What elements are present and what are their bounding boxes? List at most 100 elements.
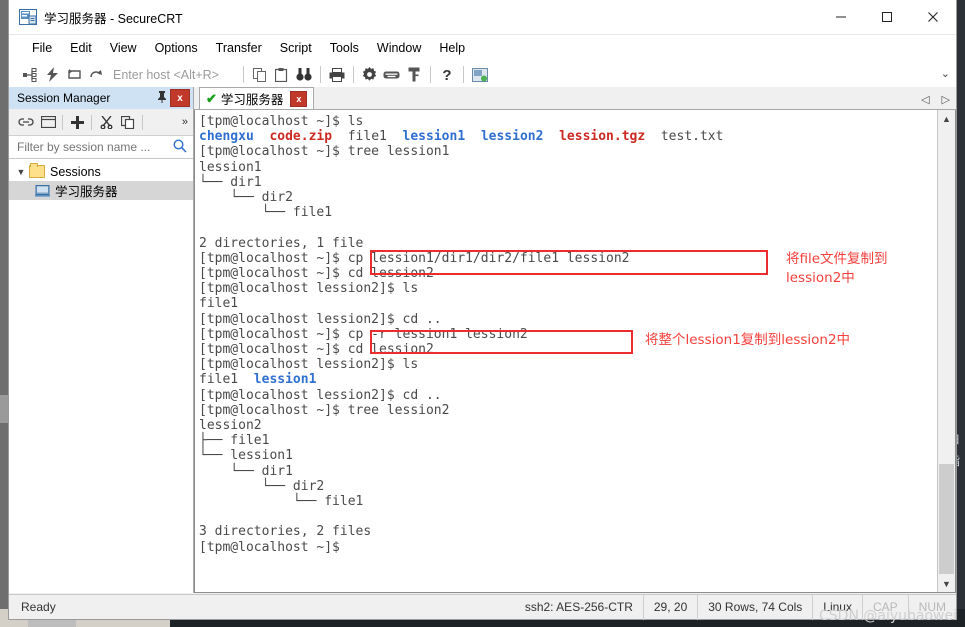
session-item-label: 学习服务器 (55, 185, 118, 199)
menu-item-script[interactable]: Script (271, 38, 321, 58)
host-entry-field[interactable]: Enter host <Alt+R> (113, 68, 219, 82)
add-icon[interactable] (66, 112, 88, 132)
status-cursor-position: 29, 20 (642, 594, 697, 620)
terminal-line: [tpm@localhost lession2]$ ls (199, 281, 937, 296)
tab-label: 学习服务器 (220, 93, 284, 107)
copy-icon[interactable] (249, 64, 271, 86)
disconnect-icon[interactable] (85, 64, 107, 86)
terminal-text: file1 (199, 296, 239, 312)
toolbar-separator (242, 66, 244, 83)
terminal-text: [tpm@localhost ~]$ cd lession2 (199, 342, 434, 358)
copy-icon[interactable] (117, 112, 139, 132)
terminal-text: lession2 (480, 129, 544, 145)
find-icon[interactable] (293, 64, 315, 86)
session-options-icon[interactable] (469, 64, 491, 86)
svg-text:?: ? (442, 67, 451, 82)
window-controls (818, 0, 956, 34)
terminal-text: code.zip (269, 129, 333, 145)
terminal-text: [tpm@localhost ~]$ (199, 539, 340, 555)
menu-item-transfer[interactable]: Transfer (207, 38, 271, 58)
tree-node-sessions[interactable]: ▼ Sessions (9, 162, 193, 181)
toolbar-overflow-icon[interactable]: ⌄ (941, 67, 950, 80)
terminal-text: [tpm@localhost ~]$ cp -r lession1 lessio… (199, 326, 528, 342)
terminal-text: └── lession1 (199, 448, 293, 464)
terminal-line: file1 lession1 (199, 372, 937, 387)
status-protocol: ssh2: AES-256-CTR (524, 600, 633, 614)
terminal-text: test.txt (645, 129, 724, 145)
menu-item-edit[interactable]: Edit (61, 38, 101, 58)
terminal-text: └── dir2 (199, 190, 293, 206)
menu-item-tools[interactable]: Tools (321, 38, 368, 58)
keyboard-icon[interactable] (381, 64, 403, 86)
terminal-text: lession1 (402, 129, 466, 145)
tab-next-button[interactable]: ▷ (942, 93, 950, 106)
key-icon[interactable] (403, 64, 425, 86)
toolbar-separator (462, 66, 464, 83)
terminal-text: [tpm@localhost ~]$ ls (199, 114, 364, 129)
terminal-text: lession.tgz (559, 129, 646, 145)
session-filter-row (9, 136, 193, 159)
paste-icon[interactable] (271, 64, 293, 86)
terminal-screen[interactable]: [tpm@localhost ~]$ ls chengxu code.zip fi… (195, 110, 937, 592)
status-num-indicator: NUM (907, 594, 956, 620)
session-manager-toolbar: » (9, 109, 193, 136)
new-session-icon[interactable] (37, 112, 59, 132)
terminal-text: └── dir1 (199, 463, 293, 479)
scrollbar-thumb[interactable] (939, 464, 954, 574)
terminal-line: [tpm@localhost ~]$ cd lession2 (199, 342, 937, 357)
session-manager-close-button[interactable]: x (170, 89, 190, 107)
session-manager-header: Session Manager x (9, 87, 193, 109)
menu-item-options[interactable]: Options (146, 38, 207, 58)
folder-icon (29, 163, 45, 178)
terminal-text: [tpm@localhost lession2]$ cd .. (199, 387, 442, 403)
terminal-line: [tpm@localhost ~]$ tree lession2 (199, 403, 937, 418)
terminal-line: └── dir1 (199, 175, 937, 190)
toolbar-separator (352, 66, 354, 83)
scroll-up-icon[interactable]: ▲ (938, 110, 955, 127)
help-icon[interactable]: ? (436, 64, 458, 86)
minimize-button[interactable] (818, 0, 864, 34)
print-icon[interactable] (326, 64, 348, 86)
sidebar-item-session-xuexifuwuqi[interactable]: 学习服务器 (9, 181, 193, 200)
reconnect-icon[interactable] (63, 64, 85, 86)
terminal-line: chengxu code.zip file1 lession1 lession2… (199, 129, 937, 144)
menu-item-file[interactable]: File (23, 38, 61, 58)
maximize-button[interactable] (864, 0, 910, 34)
cut-icon[interactable] (95, 112, 117, 132)
pin-icon[interactable] (154, 90, 170, 106)
scroll-down-icon[interactable]: ▼ (938, 575, 955, 592)
terminal-text: chengxu (199, 129, 254, 145)
terminal-text: [tpm@localhost ~]$ cd lession2 (199, 266, 434, 282)
session-manager-overflow-icon[interactable]: » (182, 116, 188, 128)
tree-node-label: Sessions (50, 164, 101, 179)
terminal-text: ├── file1 (199, 433, 270, 449)
terminal-pane: ✔ 学习服务器 x ◁ ▷ [tpm@localhost ~]$ ls cheng… (194, 87, 956, 593)
tab-close-button[interactable]: x (290, 90, 308, 107)
terminal-text: [tpm@localhost lession2]$ ls (199, 281, 419, 297)
link-icon[interactable] (15, 112, 37, 132)
close-button[interactable] (910, 0, 956, 34)
terminal-line: lession1 (199, 160, 937, 175)
terminal-line: [tpm@localhost lession2]$ cd .. (199, 312, 937, 327)
chevron-down-icon[interactable]: ▼ (13, 167, 29, 177)
terminal-text: file1 (332, 129, 403, 145)
terminal-line: 2 directories, 1 file (199, 236, 937, 251)
menu-item-view[interactable]: View (101, 38, 146, 58)
settings-gear-icon[interactable] (359, 64, 381, 86)
terminal-vertical-scrollbar[interactable]: ▲ ▼ (937, 110, 955, 592)
toolbar-separator (91, 114, 92, 130)
tab-prev-button[interactable]: ◁ (921, 93, 929, 106)
connect-icon[interactable] (19, 64, 41, 86)
terminal-text: └── file1 (199, 494, 364, 510)
search-icon[interactable] (173, 138, 187, 156)
tab-xuexifuwuqi[interactable]: ✔ 学习服务器 x (199, 87, 315, 109)
menu-item-window[interactable]: Window (368, 38, 430, 58)
session-filter-input[interactable] (15, 139, 159, 155)
menu-item-help[interactable]: Help (430, 38, 474, 58)
quick-connect-icon[interactable] (41, 64, 63, 86)
connected-check-icon: ✔ (206, 90, 217, 106)
toolbar-separator (62, 114, 63, 130)
status-caps-indicator: CAP (861, 594, 908, 620)
